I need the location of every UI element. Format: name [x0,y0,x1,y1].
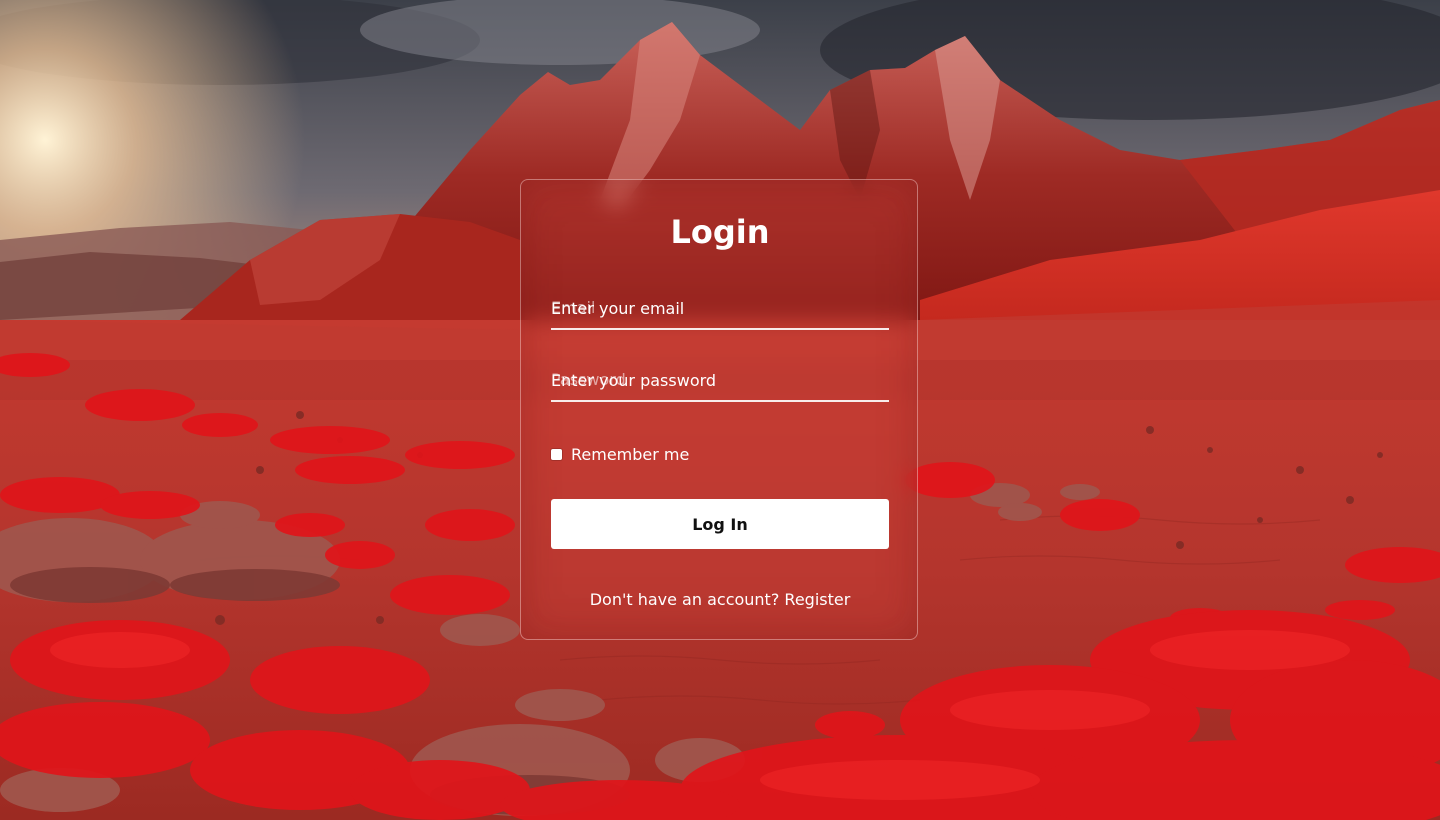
email-field-wrapper: Email [551,288,889,330]
password-field[interactable] [551,360,889,400]
login-card: Login Email Password Remember me Log In … [520,179,918,640]
remember-me-checkbox[interactable] [551,448,562,460]
remember-me-label: Remember me [571,444,690,464]
password-field-wrapper: Password [551,360,889,402]
login-title: Login [670,213,770,251]
register-prompt: Don't have an account? Register [521,590,919,609]
email-field[interactable] [551,288,889,328]
remember-me-control[interactable]: Remember me [551,442,689,466]
register-link[interactable]: Register [784,590,850,609]
register-prompt-text: Don't have an account? [589,590,780,609]
login-button[interactable]: Log In [551,499,889,549]
login-page: Login Email Password Remember me Log In … [0,0,1440,820]
